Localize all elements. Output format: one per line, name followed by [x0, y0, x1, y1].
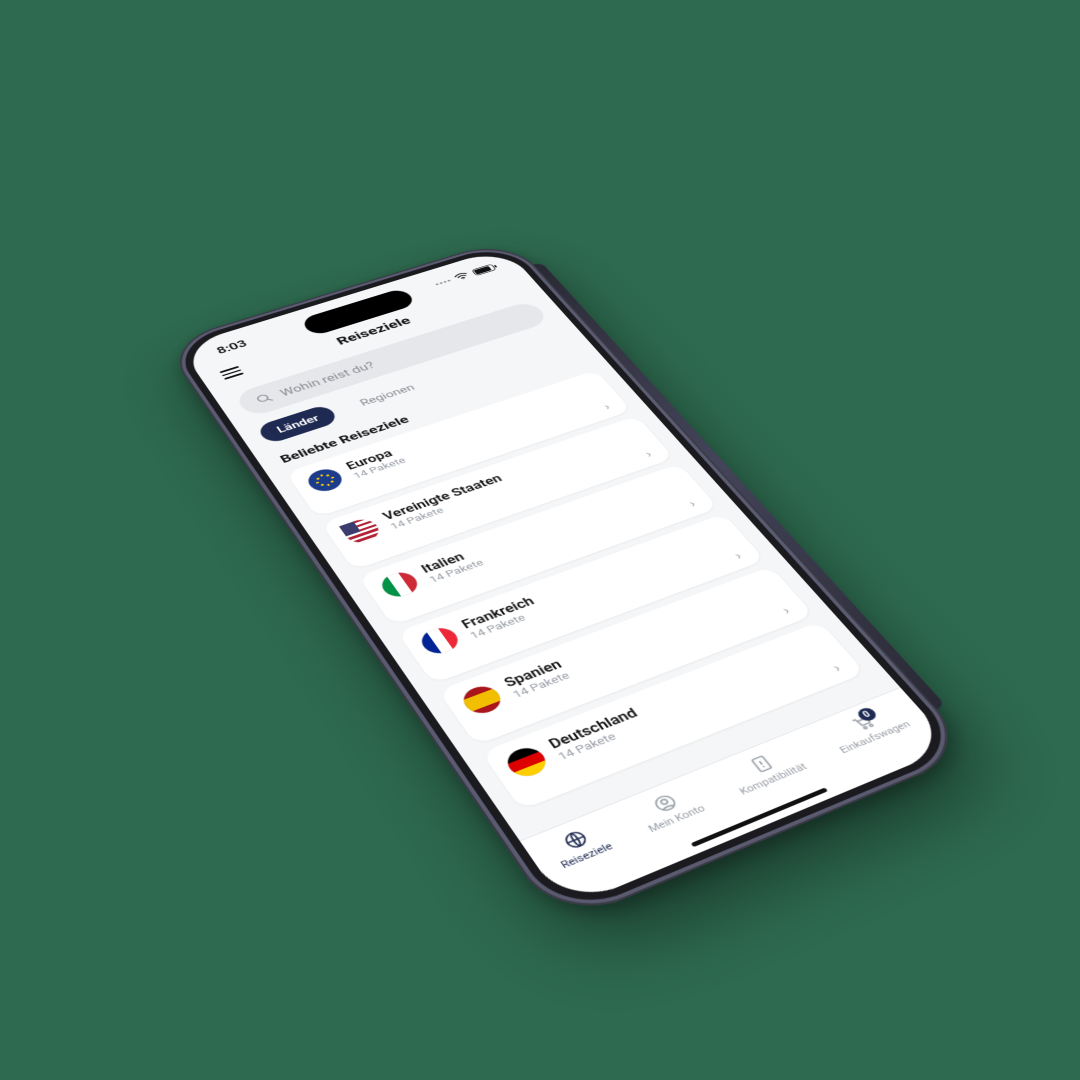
nav-label: Einkaufswagen: [837, 719, 913, 756]
destination-sub: 14 Pakete: [468, 606, 545, 641]
chevron-right-icon: ›: [732, 550, 745, 561]
home-indicator: [691, 787, 828, 847]
destination-name: Frankreich: [459, 594, 538, 631]
cart-icon: 0: [846, 711, 879, 734]
flag-icon: [501, 743, 552, 780]
flag-icon: [339, 516, 384, 547]
chevron-right-icon: ›: [643, 449, 655, 459]
phone-frame: 8:03 Reiseziele: [163, 238, 976, 926]
destination-sub: 14 Pakete: [511, 670, 573, 701]
flag-icon: [416, 624, 464, 658]
destination-sub: 14 Pakete: [556, 719, 649, 763]
chevron-right-icon: ›: [830, 662, 844, 674]
search-icon: [254, 391, 276, 405]
flag-icon: [376, 568, 422, 600]
flag-icon: [303, 465, 347, 494]
nav-label: Reiseziele: [558, 840, 615, 870]
cellular-dots-icon: [435, 279, 450, 285]
chevron-right-icon: ›: [780, 605, 793, 617]
destination-sub: 14 Pakete: [427, 558, 486, 586]
menu-button[interactable]: [219, 366, 243, 380]
screen: 8:03 Reiseziele: [179, 247, 953, 908]
wifi-icon: [452, 271, 472, 282]
destination-card[interactable]: Deutschland14 Pakete›: [481, 621, 865, 810]
destination-name: Italien: [418, 546, 479, 576]
chevron-right-icon: ›: [686, 498, 698, 509]
status-time: 8:03: [214, 338, 250, 357]
destination-card[interactable]: Spanien14 Pakete›: [438, 566, 814, 745]
chevron-right-icon: ›: [601, 402, 612, 412]
nav-compat[interactable]: Kompatibilität: [723, 743, 810, 797]
user-icon: [648, 791, 682, 816]
nav-destinations[interactable]: Reiseziele: [545, 821, 615, 870]
nav-label: Mein Konto: [646, 803, 708, 835]
destination-name: Deutschland: [545, 705, 640, 752]
nav-cart[interactable]: 0 Einkaufswagen: [822, 702, 913, 756]
globe-icon: [559, 827, 593, 853]
flag-icon: [457, 682, 506, 717]
bottom-nav: Reiseziele Mein Konto Kompatibilität: [520, 687, 954, 908]
battery-icon: [471, 264, 496, 276]
compat-icon: [744, 752, 778, 776]
cart-badge: 0: [855, 706, 879, 723]
destination-name: Spanien: [501, 657, 565, 690]
nav-label: Kompatibilität: [737, 761, 809, 797]
nav-account[interactable]: Mein Konto: [632, 784, 708, 835]
